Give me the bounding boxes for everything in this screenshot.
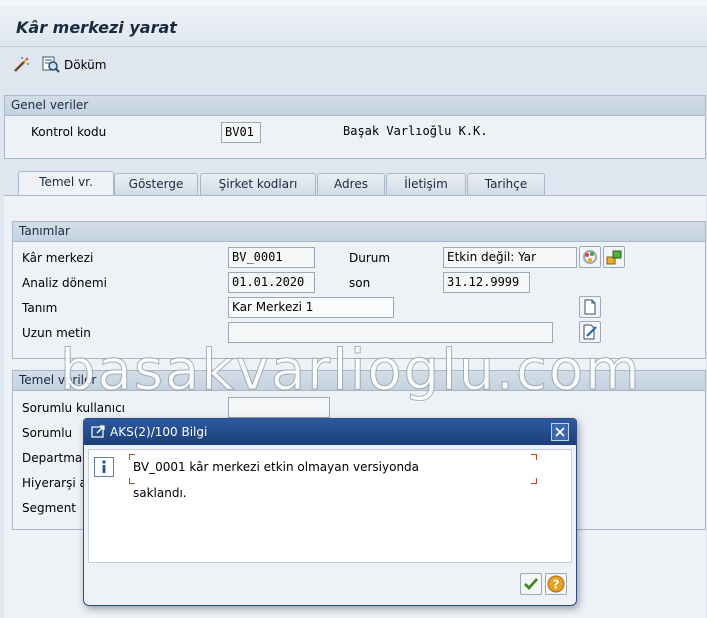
close-icon [555, 427, 565, 437]
dialog-close-button[interactable] [551, 423, 569, 441]
copy-text-button[interactable] [579, 296, 601, 318]
text-corner-tr [531, 454, 537, 460]
magic-wand-icon [14, 57, 29, 72]
dialog-help-button[interactable]: ? [545, 573, 567, 595]
profit-center-field[interactable]: BV_0001 [228, 247, 315, 268]
text-corner-br [531, 478, 537, 484]
to-label: son [349, 276, 371, 290]
settings-colors-icon [583, 250, 597, 264]
tab-address[interactable]: Adres [317, 173, 385, 195]
checkmark-icon [524, 578, 539, 591]
svg-text:?: ? [553, 578, 560, 592]
dialog-body: BV_0001 kâr merkezi etkin olmayan versiy… [88, 449, 572, 563]
page-title: Kâr merkezi yarat [16, 18, 177, 37]
tab-company-codes[interactable]: Şirket kodları [200, 173, 316, 195]
tab-basic-data[interactable]: Temel vr. [18, 171, 114, 195]
name-label: Tanım [22, 301, 58, 315]
hierarchy-button[interactable] [603, 246, 625, 268]
control-area-name: Başak Varlıoğlu K.K. [343, 124, 488, 138]
dialog-window-icon [91, 425, 105, 438]
tab-history[interactable]: Tarihçe [467, 173, 545, 195]
hierarchy-icon [606, 250, 622, 265]
document-icon [584, 299, 596, 315]
profit-center-label: Kâr merkezi [22, 251, 94, 265]
wand-button[interactable] [12, 56, 30, 74]
analysis-from-field[interactable]: 01.01.2020 [228, 272, 315, 293]
status-label: Durum [349, 251, 391, 265]
tab-indicators[interactable]: Gösterge [114, 173, 198, 195]
tab-communication[interactable]: İletişim [386, 173, 466, 195]
definitions-title: Tanımlar [13, 222, 705, 242]
control-area-label: Kontrol kodu [31, 125, 107, 139]
department-label: Departman [22, 451, 90, 465]
status-field: Etkin değil: Yar [443, 247, 577, 268]
text-corner-bl [129, 478, 135, 484]
responsible-label: Sorumlu [22, 426, 73, 440]
help-icon: ? [547, 575, 565, 593]
print-preview-icon [42, 56, 60, 73]
dialog-message-line1: BV_0001 kâr merkezi etkin olmayan versiy… [133, 460, 420, 474]
print-button[interactable]: Döküm [42, 56, 106, 74]
control-area-field[interactable]: BV01 [221, 122, 261, 143]
watermark-text: basakvarlioglu.com [60, 338, 642, 404]
title-divider [0, 46, 707, 47]
analysis-to-field[interactable]: 31.12.9999 [443, 272, 530, 293]
info-icon [94, 457, 114, 477]
general-data-group: Genel veriler Kontrol kodu BV01 Başak Va… [4, 95, 706, 159]
print-button-label: Döküm [64, 58, 107, 72]
dialog-message-line2: saklandı. [133, 486, 187, 500]
dialog-ok-button[interactable] [520, 573, 542, 595]
name-field[interactable]: Kar Merkezi 1 [228, 297, 394, 318]
general-data-title: Genel veriler [5, 96, 705, 116]
dialog-title: AKS(2)/100 Bilgi [84, 419, 576, 445]
activate-button[interactable] [579, 246, 601, 268]
analysis-period-label: Analiz dönemi [22, 276, 107, 290]
segment-label: Segment [22, 501, 76, 515]
info-dialog: AKS(2)/100 Bilgi BV_0001 kâr merkezi etk… [83, 418, 577, 606]
